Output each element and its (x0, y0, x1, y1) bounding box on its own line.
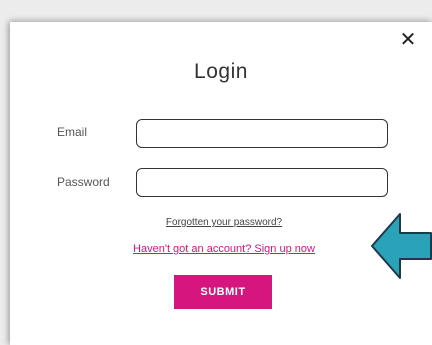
email-field[interactable] (136, 119, 388, 148)
email-label: Email (57, 125, 88, 139)
close-icon[interactable]: ✕ (396, 27, 420, 53)
screenshot: ✕ Login Email Password Forgotten your pa… (0, 0, 432, 345)
password-field[interactable] (136, 168, 388, 197)
forgot-password-link[interactable]: Forgotten your password? (10, 217, 432, 228)
login-modal: ✕ Login Email Password Forgotten your pa… (10, 22, 432, 345)
modal-title: Login (194, 60, 248, 83)
left-arrow-icon (371, 213, 432, 279)
password-label: Password (57, 175, 110, 189)
submit-button[interactable]: SUBMIT (174, 275, 272, 309)
signup-link[interactable]: Haven't got an account? Sign up now (10, 243, 432, 255)
